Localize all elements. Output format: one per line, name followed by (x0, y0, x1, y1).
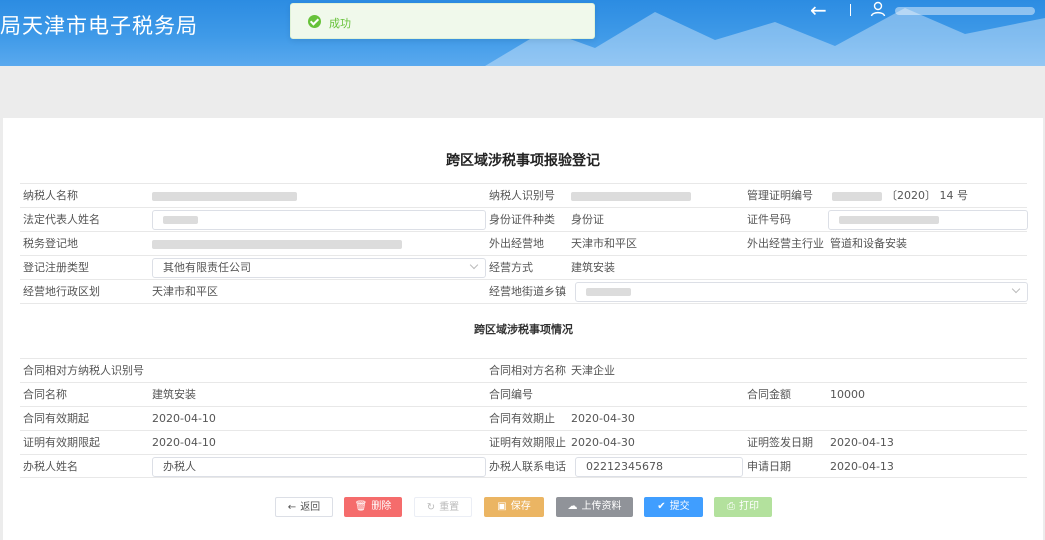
refresh-icon: ↻ (426, 502, 436, 513)
save-button[interactable]: ▣ 保存 (484, 497, 544, 517)
cert-end-value: 2020-04-30 (571, 436, 635, 449)
biz-mode-value: 建筑安装 (571, 261, 615, 274)
label-handler-name: 办税人姓名 (23, 460, 78, 473)
reg-type-select[interactable]: 其他有限责任公司 (152, 258, 486, 278)
tax-reg-place-redacted (152, 232, 402, 256)
label-taxpayer-name: 纳税人名称 (23, 189, 78, 202)
form-row: 合同有效期起 2020-04-10 合同有效期止 2020-04-30 (20, 406, 1027, 430)
username-redacted[interactable] (895, 7, 1035, 15)
label-id-no: 证件号码 (747, 213, 791, 226)
cert-start-value: 2020-04-10 (152, 436, 216, 449)
delete-button[interactable]: 🗑 删除 (344, 497, 402, 517)
contract-name-value: 建筑安装 (152, 388, 196, 401)
cert-issue-value: 2020-04-13 (830, 436, 894, 449)
id-type-value: 身份证 (571, 213, 604, 226)
form-row: 合同名称 建筑安装 合同编号 合同金额 10000 (20, 382, 1027, 406)
id-no-input[interactable] (828, 210, 1028, 230)
form-row: 税务登记地 外出经营地 天津市和平区 外出经营主行业 管道和设备安装 (20, 231, 1027, 255)
form-row: 合同相对方纳税人识别号 合同相对方名称 天津企业 (20, 358, 1027, 382)
contract-end-value: 2020-04-30 (571, 412, 635, 425)
handler-name-input[interactable]: 办税人 (152, 457, 486, 477)
header-divider (850, 4, 851, 16)
label-biz-mode: 经营方式 (489, 261, 533, 274)
label-contract-end: 合同有效期止 (489, 412, 555, 425)
mgmt-cert-no-suffix: 〔2020〕 14 号 (886, 189, 968, 202)
upload-button[interactable]: ☁ 上传资料 (556, 497, 633, 517)
counterparty-name-value: 天津企业 (571, 364, 615, 377)
site-title: 局天津市电子税务局 (0, 14, 198, 38)
taxpayer-name-redacted (152, 184, 297, 208)
form-card: 跨区域涉税事项报验登记 纳税人名称 纳税人识别号 管理证明编号 〔2020〕 1… (3, 118, 1043, 540)
form-row: 办税人姓名 办税人 办税人联系电话 02212345678 申请日期 2020-… (20, 454, 1027, 478)
form-row: 经营地行政区划 天津市和平区 经营地街道乡镇 (20, 279, 1028, 303)
label-counterparty-name: 合同相对方名称 (489, 364, 566, 377)
printer-icon: ⎙ (727, 501, 735, 512)
label-cert-end: 证明有效期限止 (489, 436, 566, 449)
check-circle-icon: ✔ (657, 501, 666, 512)
save-icon: ▣ (497, 501, 507, 512)
back-arrow-icon[interactable]: ← (810, 0, 834, 22)
success-toast: 成功 (290, 3, 595, 39)
reset-button[interactable]: ↻ 重置 (414, 497, 472, 517)
check-circle-icon (308, 15, 321, 28)
label-counterparty-id: 合同相对方纳税人识别号 (23, 364, 144, 377)
label-cert-start: 证明有效期限起 (23, 436, 100, 449)
cloud-upload-icon: ☁ (567, 501, 578, 512)
contract-start-value: 2020-04-10 (152, 412, 216, 425)
user-icon[interactable] (870, 1, 886, 17)
label-legal-rep: 法定代表人姓名 (23, 213, 100, 226)
chevron-down-icon (469, 260, 479, 270)
arrow-left-icon: ← (287, 502, 297, 513)
label-biz-street: 经营地街道乡镇 (489, 285, 566, 298)
out-industry-value: 管道和设备安装 (830, 237, 907, 250)
label-contract-name: 合同名称 (23, 388, 67, 401)
trash-icon: 🗑 (354, 501, 368, 512)
handler-name-value: 办税人 (163, 460, 196, 473)
label-cert-issue: 证明签发日期 (747, 436, 813, 449)
chevron-down-icon (1011, 284, 1021, 294)
taxpayer-id-redacted (571, 184, 691, 208)
section-title: 跨区域涉税事项情况 (20, 303, 1027, 358)
handler-phone-input[interactable]: 02212345678 (575, 457, 743, 477)
label-handler-phone: 办税人联系电话 (489, 460, 566, 473)
form-grid: 纳税人名称 纳税人识别号 管理证明编号 〔2020〕 14 号 法定代表人姓名 … (20, 183, 1028, 478)
label-taxpayer-id: 纳税人识别号 (489, 189, 555, 202)
label-contract-amount: 合同金额 (747, 388, 791, 401)
apply-date-value: 2020-04-13 (830, 460, 894, 473)
label-contract-no: 合同编号 (489, 388, 533, 401)
biz-street-select[interactable] (575, 282, 1028, 302)
form-row: 法定代表人姓名 身份证件种类 身份证 证件号码 (20, 207, 1028, 231)
contract-amount-value: 10000 (830, 388, 865, 401)
label-out-place: 外出经营地 (489, 237, 544, 250)
reg-type-selected: 其他有限责任公司 (163, 261, 251, 274)
label-id-type: 身份证件种类 (489, 213, 555, 226)
label-out-industry: 外出经营主行业 (747, 237, 824, 250)
legal-rep-input[interactable] (152, 210, 486, 230)
submit-button[interactable]: ✔ 提交 (644, 497, 703, 517)
label-apply-date: 申请日期 (747, 460, 791, 473)
form-row: 纳税人名称 纳税人识别号 管理证明编号 〔2020〕 14 号 (20, 183, 1027, 207)
label-contract-start: 合同有效期起 (23, 412, 89, 425)
print-button[interactable]: ⎙ 打印 (714, 497, 772, 517)
label-biz-district: 经营地行政区划 (23, 285, 100, 298)
label-reg-type: 登记注册类型 (23, 261, 89, 274)
form-row: 证明有效期限起 2020-04-10 证明有效期限止 2020-04-30 证明… (20, 430, 1027, 454)
out-place-value: 天津市和平区 (571, 237, 637, 250)
back-button[interactable]: ← 返回 (275, 497, 333, 517)
label-mgmt-cert-no: 管理证明编号 (747, 189, 813, 202)
form-row: 登记注册类型 其他有限责任公司 经营方式 建筑安装 (20, 255, 1027, 279)
form-title: 跨区域涉税事项报验登记 (446, 153, 600, 169)
biz-district-value: 天津市和平区 (152, 285, 218, 298)
handler-phone-value: 02212345678 (586, 460, 663, 473)
mgmt-cert-no-redacted (832, 184, 882, 208)
label-tax-reg-place: 税务登记地 (23, 237, 78, 250)
toast-message: 成功 (329, 17, 351, 30)
